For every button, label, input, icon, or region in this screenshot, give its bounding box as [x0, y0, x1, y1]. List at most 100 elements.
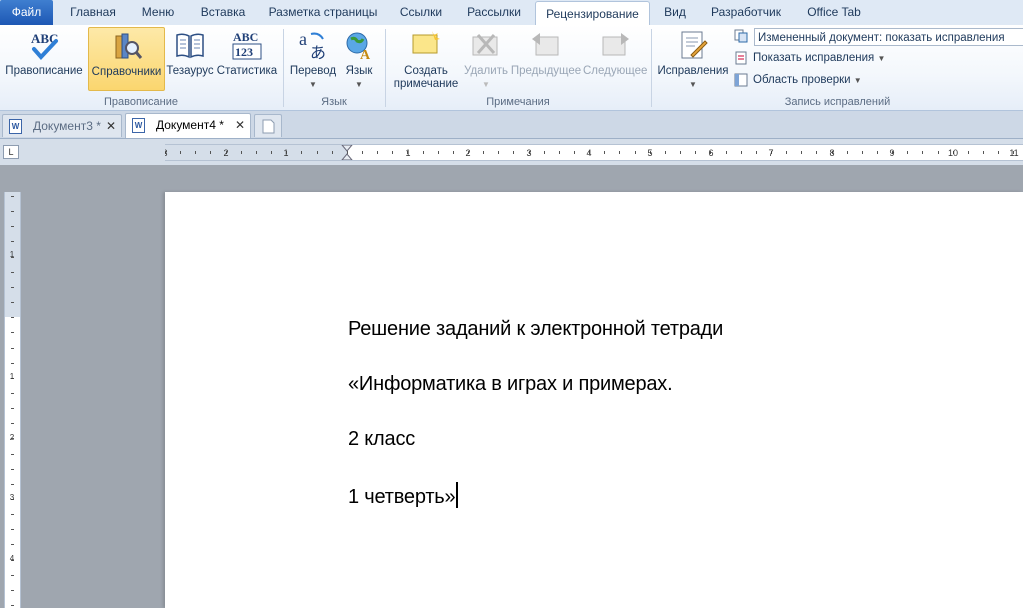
document-tab-label: Документ4 * [156, 118, 224, 132]
language-button[interactable]: A Язык ▼ [340, 27, 378, 91]
chevron-down-icon: ▼ [689, 80, 697, 89]
ruler-number: 3 [165, 148, 168, 158]
previous-comment-icon [532, 33, 559, 56]
spelling-button[interactable]: ABC Правописание [3, 27, 85, 91]
document-paragraph[interactable]: Решение заданий к электронной тетради [348, 318, 723, 341]
tab-file[interactable]: Файл [0, 0, 53, 25]
svg-text:A: A [360, 48, 371, 61]
previous-comment-button[interactable]: Предыдущее [510, 27, 582, 91]
new-comment-label: Создать примечание [389, 65, 463, 91]
ruler-number: 2 [10, 433, 15, 442]
spelling-label: Правописание [5, 65, 83, 77]
reviewing-pane-button[interactable]: Область проверки ▼ [734, 70, 862, 90]
language-globe-icon: A [346, 32, 371, 61]
document-page[interactable]: Решение заданий к электронной тетради «И… [165, 192, 1023, 608]
tab-developer[interactable]: Разработчик [702, 0, 790, 25]
document-paragraph: 1 четверть» [348, 486, 456, 508]
word-count-label: Статистика [216, 65, 278, 77]
tab-selector-button[interactable]: L [3, 145, 19, 159]
research-button[interactable]: Справочники [88, 27, 165, 91]
next-comment-button[interactable]: Следующее [583, 27, 647, 91]
tab-home[interactable]: Главная [62, 0, 124, 25]
vertical-ruler[interactable]: 1 1 2 3 4 [4, 192, 21, 608]
track-changes-text: Исправления [657, 65, 729, 77]
ruler-number: 5 [647, 148, 652, 158]
previous-comment-label: Предыдущее [510, 65, 582, 77]
text-cursor [456, 482, 459, 508]
svg-text:あ: あ [310, 43, 326, 61]
svg-text:a: a [299, 29, 307, 49]
language-group-label: Язык [321, 96, 347, 108]
tab-review[interactable]: Рецензирование [535, 1, 650, 26]
track-changes-button[interactable]: Исправления ▼ [655, 27, 731, 91]
new-tab-button[interactable] [254, 114, 282, 137]
new-comment-icon [412, 31, 440, 54]
language-text: Язык [345, 65, 373, 77]
tab-menu[interactable]: Меню [133, 0, 183, 25]
show-markup-button[interactable]: Показать исправления ▼ [734, 48, 885, 68]
ruler-number: 1 [10, 250, 15, 259]
translate-text: Перевод [289, 65, 337, 77]
next-comment-icon [602, 33, 629, 56]
tab-insert[interactable]: Вставка [192, 0, 254, 25]
delete-comment-button[interactable]: Удалить ▼ [463, 27, 509, 91]
chevron-down-icon: ▼ [309, 80, 317, 89]
new-document-icon [262, 119, 275, 134]
document-paragraph-last[interactable]: 1 четверть» [348, 482, 459, 509]
tab-page-layout[interactable]: Разметка страницы [262, 0, 384, 25]
document-tab-label: Документ3 * [33, 119, 101, 133]
new-comment-button[interactable]: Создать примечание [389, 27, 463, 91]
translate-icon: a あ [299, 29, 326, 61]
document-paragraph[interactable]: «Информатика в играх и примерах. [348, 373, 673, 396]
new-comment-line1: Создать [404, 65, 448, 77]
thesaurus-button[interactable]: Тезаурус [166, 27, 214, 91]
word-doc-icon: W [132, 118, 145, 133]
language-label: Язык ▼ [340, 65, 378, 91]
display-for-review-select[interactable]: Измененный документ: показать исправлени… [754, 28, 1023, 46]
translate-button[interactable]: a あ Перевод ▼ [287, 27, 339, 91]
new-comment-line2: примечание [393, 78, 459, 90]
ruler-number: 10 [948, 148, 958, 158]
reviewing-pane-icon [734, 73, 748, 87]
ruler-number: 1 [405, 148, 410, 158]
translate-label: Перевод ▼ [287, 65, 339, 91]
research-label: Справочники [91, 66, 162, 78]
display-for-review-row [734, 26, 753, 46]
chevron-down-icon: ▼ [877, 54, 886, 63]
abc-123-icon: ABC 123 [232, 30, 262, 60]
ruler-number: 1 [283, 148, 288, 158]
tab-office-tab[interactable]: Office Tab [798, 0, 870, 25]
delete-comment-icon [472, 34, 498, 56]
document-tab-bar: W Документ3 * ✕ W Документ4 * ✕ [0, 111, 1023, 139]
document-tab[interactable]: W Документ3 * ✕ [2, 114, 122, 137]
ribbon-tab-bar: Файл Главная Меню Вставка Разметка стран… [0, 0, 1023, 26]
show-markup-icon [735, 51, 747, 65]
close-icon[interactable]: ✕ [106, 115, 116, 138]
tab-references[interactable]: Ссылки [392, 0, 450, 25]
thesaurus-book-icon [176, 33, 204, 59]
word-count-button[interactable]: ABC 123 Статистика [216, 27, 278, 91]
horizontal-ruler[interactable]: 3 2 1 1 2 3 4 5 6 7 8 9 10 11 [165, 144, 1023, 161]
ruler-number: 1 [10, 372, 15, 381]
thesaurus-label: Тезаурус [166, 65, 214, 77]
ruler-number: 9 [889, 148, 894, 158]
ruler-number: 4 [10, 554, 15, 563]
ruler-number: 3 [10, 493, 15, 502]
document-paragraph[interactable]: 2 класс [348, 428, 415, 451]
ruler-number: 3 [526, 148, 531, 158]
tab-mailings[interactable]: Рассылки [460, 0, 528, 25]
ruler-number: 8 [829, 148, 834, 158]
ruler-number: 2 [223, 148, 228, 158]
svg-text:ABC: ABC [233, 30, 258, 44]
tab-view[interactable]: Вид [656, 0, 694, 25]
close-icon[interactable]: ✕ [235, 114, 245, 137]
ruler-number: 7 [768, 148, 773, 158]
next-comment-label: Следующее [583, 65, 648, 77]
comments-group-label: Примечания [486, 96, 550, 108]
document-tab-active[interactable]: W Документ4 * ✕ [125, 113, 251, 138]
chevron-down-icon: ▼ [853, 76, 862, 85]
tracking-group-label: Запись исправлений [784, 96, 891, 108]
ribbon: ABC Правописание Справочники Тезаурус AB… [0, 25, 1023, 111]
delete-comment-label: Удалить ▼ [463, 65, 509, 91]
research-books-icon [115, 33, 142, 59]
